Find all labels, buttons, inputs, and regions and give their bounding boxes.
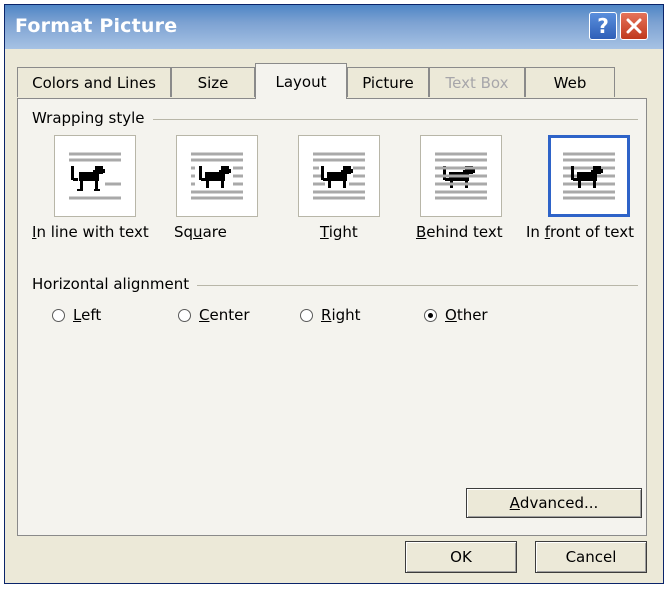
inline-thumb[interactable] bbox=[54, 135, 136, 217]
horizontal-alignment-label: Horizontal alignment bbox=[32, 275, 198, 293]
close-icon bbox=[626, 18, 642, 34]
tab-size[interactable]: Size bbox=[171, 67, 255, 97]
radio-other-circle[interactable] bbox=[424, 308, 437, 322]
help-icon: ? bbox=[597, 14, 609, 38]
behind-thumb[interactable] bbox=[420, 135, 502, 217]
radio-right-circle[interactable] bbox=[300, 308, 313, 322]
wrap-label-in-front: In front of text bbox=[526, 223, 634, 241]
wrap-label-inline: In line with text bbox=[32, 223, 149, 241]
front-dog-icon bbox=[563, 152, 615, 200]
behind-dog-icon bbox=[435, 152, 487, 200]
inline-dog-icon bbox=[69, 152, 121, 200]
dialog-title: Format Picture bbox=[15, 15, 178, 37]
radio-left-circle[interactable] bbox=[52, 308, 65, 322]
tight-thumb[interactable] bbox=[298, 135, 380, 217]
layout-panel: Wrapping style In line with text Square … bbox=[17, 98, 647, 536]
in-front-thumb[interactable] bbox=[548, 135, 630, 217]
format-picture-dialog: Format Picture ? Colors and Lines Size L… bbox=[4, 4, 664, 584]
radio-center-circle[interactable] bbox=[178, 308, 191, 322]
radio-other[interactable]: Other bbox=[424, 305, 488, 325]
wrap-option-square[interactable]: Square bbox=[148, 129, 278, 249]
wrap-option-inline[interactable]: In line with text bbox=[26, 129, 156, 249]
help-button[interactable]: ? bbox=[589, 12, 617, 40]
ok-button[interactable]: OK bbox=[405, 541, 517, 573]
tab-text-box[interactable]: Text Box bbox=[429, 67, 525, 97]
radio-other-label: Other bbox=[445, 306, 488, 324]
wrap-option-tight[interactable]: Tight bbox=[270, 129, 400, 249]
wrapping-style-label: Wrapping style bbox=[32, 109, 153, 127]
wrap-label-behind: Behind text bbox=[416, 223, 503, 241]
radio-center-label: Center bbox=[199, 306, 250, 324]
tab-strip: Colors and Lines Size Layout Picture Tex… bbox=[17, 63, 647, 99]
radio-left-label: Left bbox=[73, 306, 102, 324]
tab-layout[interactable]: Layout bbox=[255, 63, 347, 99]
tab-colors-and-lines[interactable]: Colors and Lines bbox=[17, 67, 171, 97]
wrap-option-behind[interactable]: Behind text bbox=[392, 129, 522, 249]
tab-picture[interactable]: Picture bbox=[347, 67, 429, 97]
close-button[interactable] bbox=[620, 12, 648, 40]
square-thumb[interactable] bbox=[176, 135, 258, 217]
radio-left[interactable]: Left bbox=[52, 305, 101, 325]
radio-right[interactable]: Right bbox=[300, 305, 361, 325]
title-bar[interactable]: Format Picture ? bbox=[5, 5, 663, 49]
radio-center[interactable]: Center bbox=[178, 305, 250, 325]
cancel-button[interactable]: Cancel bbox=[535, 541, 647, 573]
advanced-button[interactable]: Advanced... bbox=[466, 488, 642, 518]
wrap-label-tight: Tight bbox=[320, 223, 358, 241]
wrap-label-square: Square bbox=[174, 223, 227, 241]
tab-web[interactable]: Web bbox=[525, 67, 615, 97]
tight-dog-icon bbox=[313, 152, 365, 200]
square-dog-icon bbox=[191, 152, 243, 200]
radio-right-label: Right bbox=[321, 306, 361, 324]
wrap-option-in-front[interactable]: In front of text bbox=[512, 129, 642, 249]
